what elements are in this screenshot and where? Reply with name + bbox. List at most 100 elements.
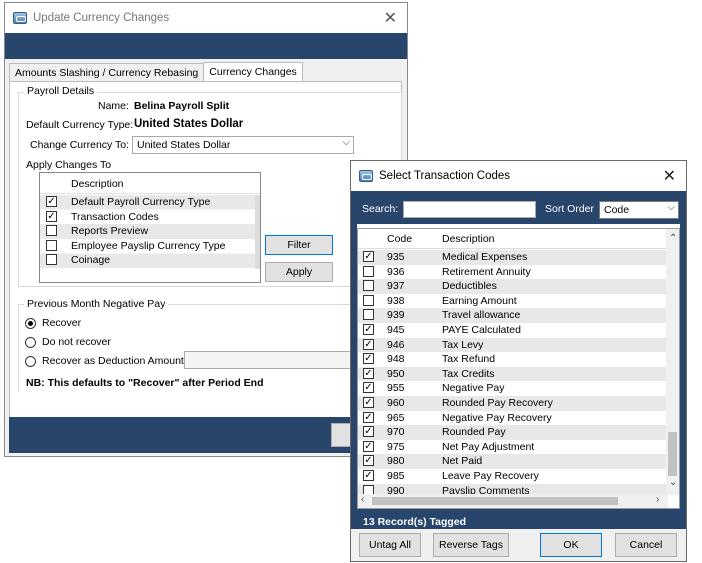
description-cell: Net Pay Adjustment <box>442 440 535 453</box>
list-item[interactable]: ✓ Default Payroll Currency Type <box>40 195 256 210</box>
recover-deduction-radio[interactable] <box>25 356 36 367</box>
table-row[interactable]: 938 Earning Amount <box>358 294 668 309</box>
checkbox[interactable] <box>363 294 374 306</box>
title-bar[interactable]: Update Currency Changes ✕ <box>5 3 407 33</box>
description-column-header[interactable]: Description <box>442 233 495 245</box>
change-currency-value: United States Dollar <box>137 139 231 151</box>
check-icon[interactable]: ✓ <box>363 367 374 379</box>
table-row[interactable]: 937 Deductibles <box>358 279 668 294</box>
check-icon[interactable]: ✓ <box>363 323 374 335</box>
sort-order-dropdown[interactable]: Code ⌵ <box>599 201 679 219</box>
code-cell: 938 <box>387 294 405 307</box>
description-cell: Rounded Pay <box>442 426 506 439</box>
scroll-right-icon[interactable]: › <box>656 494 659 505</box>
table-row[interactable]: ✓ 950 Tax Credits <box>358 366 668 382</box>
checkbox[interactable] <box>363 265 374 277</box>
app-window-icon <box>359 170 373 182</box>
code-cell: 936 <box>387 265 405 278</box>
scroll-down-icon[interactable]: ⌄ <box>669 477 677 488</box>
check-icon[interactable]: ✓ <box>46 210 57 222</box>
list-item[interactable]: Coinage <box>40 253 256 268</box>
close-icon[interactable]: ✕ <box>663 166 676 186</box>
select-transaction-codes-window: Select Transaction Codes ✕ Search: Sort … <box>350 160 687 562</box>
tab-amounts-slashing[interactable]: Amounts Slashing / Currency Rebasing <box>9 63 205 82</box>
table-row[interactable]: ✓ 945 PAYE Calculated <box>358 323 668 338</box>
check-icon[interactable]: ✓ <box>363 426 374 438</box>
check-icon[interactable]: ✓ <box>363 338 374 350</box>
untag-all-button[interactable]: Untag All <box>359 533 421 557</box>
chevron-down-icon[interactable]: ⌵ <box>667 202 675 213</box>
check-icon[interactable]: ✓ <box>363 396 374 408</box>
list-body: ✓ Default Payroll Currency Type ✓ Transact… <box>40 195 256 269</box>
description-cell: Earning Amount <box>442 294 517 307</box>
checkbox[interactable] <box>46 239 57 251</box>
table-row[interactable]: ✓ 970 Rounded Pay <box>358 425 668 440</box>
list-item[interactable]: Reports Preview <box>40 224 256 239</box>
do-not-recover-radio[interactable] <box>25 337 36 348</box>
scroll-left-icon[interactable]: ‹ <box>361 494 364 505</box>
title-bar[interactable]: Select Transaction Codes ✕ <box>351 161 686 191</box>
chevron-down-icon[interactable]: ⌵ <box>342 137 350 148</box>
list-item[interactable]: ✓ Transaction Codes <box>40 210 256 225</box>
list-scrollbar[interactable] <box>255 195 260 269</box>
check-icon[interactable]: ✓ <box>46 196 57 207</box>
ok-button[interactable]: OK <box>540 533 602 557</box>
scroll-thumb[interactable] <box>668 432 677 476</box>
table-row[interactable]: ✓ 948 Tax Refund <box>358 352 668 367</box>
description-cell: Deductibles <box>442 280 497 293</box>
table-row[interactable]: ✓ 935 Medical Expenses <box>358 250 668 265</box>
reverse-tags-button[interactable]: Reverse Tags <box>433 533 509 557</box>
table-row[interactable]: ✓ 975 Net Pay Adjustment <box>358 440 668 455</box>
checkbox[interactable] <box>46 225 57 236</box>
check-icon[interactable]: ✓ <box>363 382 374 394</box>
vertical-scrollbar[interactable]: ⌃ ⌄ <box>666 229 679 495</box>
check-icon[interactable]: ✓ <box>363 251 374 262</box>
checkbox[interactable] <box>363 309 374 321</box>
table-row[interactable]: ✓ 960 Rounded Pay Recovery <box>358 395 668 411</box>
table-row[interactable]: ✓ 946 Tax Levy <box>358 337 668 353</box>
close-icon[interactable]: ✕ <box>384 8 397 28</box>
table-row[interactable]: ✓ 965 Negative Pay Recovery <box>358 411 668 426</box>
horizontal-scrollbar[interactable]: ‹ › <box>358 494 668 508</box>
filter-button[interactable]: Filter <box>265 235 333 255</box>
description-cell: Rounded Pay Recovery <box>442 396 553 409</box>
check-icon[interactable]: ✓ <box>363 455 374 467</box>
apply-button[interactable]: Apply <box>265 262 333 282</box>
description-cell: Negative Pay <box>442 382 505 395</box>
code-cell: 946 <box>387 338 405 351</box>
window-title: Select Transaction Codes <box>379 170 511 182</box>
name-label: Name: <box>98 100 129 112</box>
checkbox[interactable] <box>46 254 57 265</box>
code-cell: 985 <box>387 469 405 482</box>
description-cell: Tax Levy <box>442 338 484 351</box>
apply-changes-list[interactable]: Description ✓ Default Payroll Currency Ty… <box>39 172 261 283</box>
checkbox[interactable] <box>363 280 374 292</box>
code-column-header[interactable]: Code <box>387 233 412 245</box>
default-currency-label: Default Currency Type: <box>26 119 134 131</box>
check-icon[interactable]: ✓ <box>363 469 374 481</box>
table-row[interactable]: ✓ 955 Negative Pay <box>358 381 668 396</box>
app-window-icon <box>13 12 27 24</box>
sort-order-value: Code <box>604 204 630 216</box>
scroll-up-icon[interactable]: ⌃ <box>669 233 677 244</box>
table-row[interactable]: 936 Retirement Annuity <box>358 265 668 280</box>
list-item[interactable]: Employee Payslip Currency Type <box>40 239 256 254</box>
transaction-codes-grid[interactable]: Code Description ✓ 935 Medical Expenses 936… <box>357 228 680 509</box>
check-icon[interactable]: ✓ <box>363 353 374 365</box>
description-cell: Negative Pay Recovery <box>442 411 552 424</box>
check-icon[interactable]: ✓ <box>363 411 374 423</box>
check-icon[interactable]: ✓ <box>363 440 374 452</box>
scroll-thumb[interactable] <box>372 497 618 505</box>
cancel-button[interactable]: Cancel <box>615 533 677 557</box>
default-currency-value: United States Dollar <box>134 118 244 130</box>
code-cell: 960 <box>387 396 405 409</box>
change-currency-dropdown[interactable]: United States Dollar ⌵ <box>132 136 354 154</box>
recover-radio[interactable] <box>25 318 36 329</box>
tab-currency-changes[interactable]: Currency Changes <box>203 62 303 82</box>
search-input[interactable] <box>403 201 536 218</box>
do-not-recover-label: Do not recover <box>42 336 111 348</box>
table-row[interactable]: 939 Travel allowance <box>358 308 668 323</box>
table-row[interactable]: ✓ 985 Leave Pay Recovery <box>358 469 668 484</box>
table-row[interactable]: ✓ 980 Net Paid <box>358 454 668 469</box>
description-cell: Medical Expenses <box>442 251 528 263</box>
